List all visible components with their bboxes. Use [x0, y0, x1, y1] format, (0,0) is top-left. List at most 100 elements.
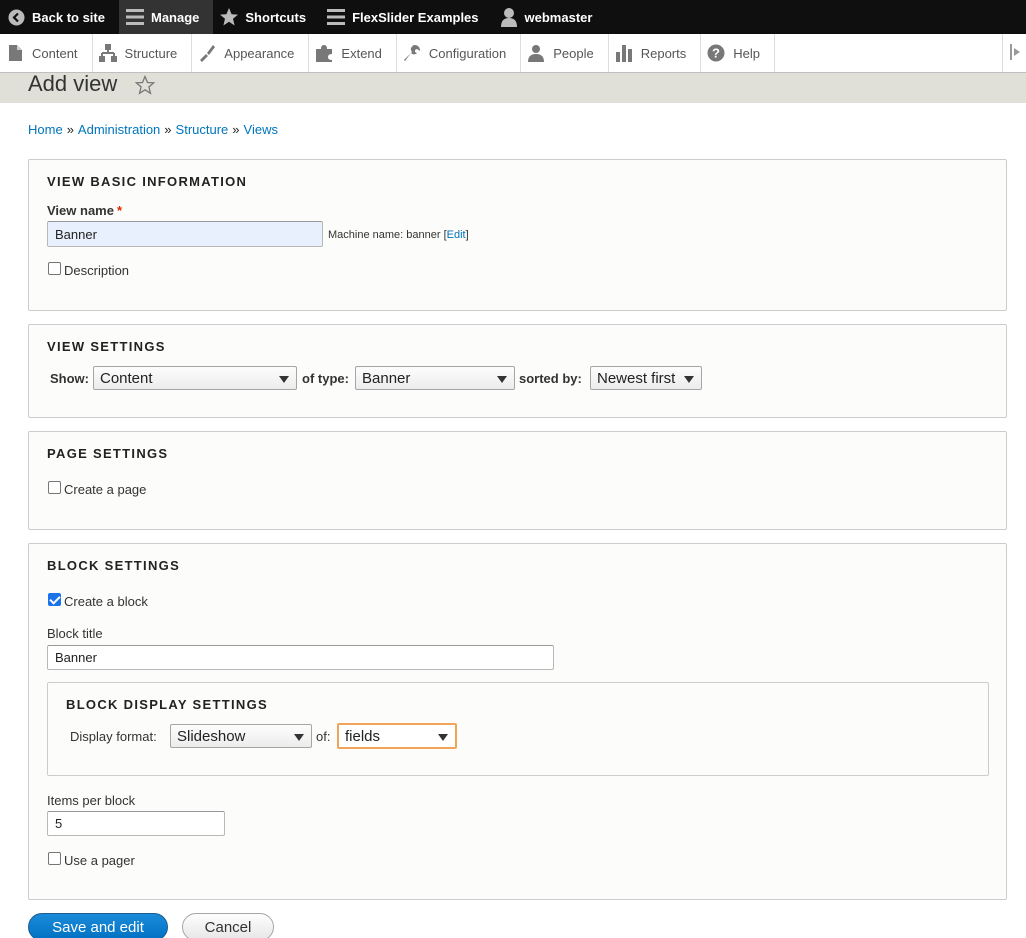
sorted-by-label: sorted by: [519, 371, 582, 386]
block-title-label: Block title [47, 626, 103, 641]
required-marker: * [116, 203, 123, 218]
chevron-down-icon [497, 376, 507, 383]
row-style-select-value: fields [345, 727, 381, 745]
display-format-label: Display format: [70, 729, 157, 744]
of-type-select[interactable]: Banner [355, 366, 515, 390]
add-shortcut-star-icon[interactable] [134, 74, 156, 98]
tray-item-extend[interactable]: Extend [309, 34, 397, 72]
breadcrumb-views[interactable]: Views [244, 122, 278, 137]
breadcrumb: Home» Administration» Structure» Views [28, 122, 278, 137]
fieldset-legend: VIEW SETTINGS [47, 339, 166, 354]
of-type-select-value: Banner [362, 369, 411, 387]
fieldset-legend: BLOCK SETTINGS [47, 558, 181, 573]
back-to-site-link[interactable]: Back to site [0, 0, 119, 34]
items-per-block-input[interactable]: 5 [47, 811, 225, 836]
user-label: webmaster [524, 9, 593, 25]
of-type-label: of type: [302, 371, 349, 386]
chevron-down-icon [279, 376, 289, 383]
shortcuts-label: Shortcuts [245, 9, 307, 25]
tray-label-structure: Structure [124, 45, 178, 61]
manage-label: Manage [150, 9, 200, 25]
hamburger-menu-icon [326, 7, 346, 27]
tray-label-content: Content [32, 45, 78, 61]
chevron-down-icon [294, 734, 304, 741]
breadcrumb-separator: » [164, 122, 172, 137]
sorted-by-select[interactable]: Newest first [590, 366, 702, 390]
create-block-label: Create a block [64, 594, 148, 609]
machine-name-suffix: ] [465, 229, 469, 241]
save-and-edit-button[interactable]: Save and edit [28, 913, 168, 938]
page-header: Add view [0, 73, 1026, 103]
cancel-button[interactable]: Cancel [182, 913, 274, 938]
sitemap-icon [98, 44, 117, 62]
view-name-label-text: View name [47, 203, 114, 218]
user-icon [499, 7, 519, 27]
tray-label-people: People [553, 45, 594, 61]
tray-label-reports: Reports [640, 45, 687, 61]
brush-icon [198, 44, 216, 62]
toolbar-bar: Back to site Manage Shortcuts FlexSlider… [0, 0, 1026, 34]
tray-item-reports[interactable]: Reports [609, 34, 702, 72]
fieldset-legend: VIEW BASIC INFORMATION [47, 174, 248, 189]
fieldset-legend: PAGE SETTINGS [47, 446, 169, 461]
tray-item-content[interactable]: Content [0, 34, 93, 72]
person-icon [527, 44, 545, 62]
manage-tab[interactable]: Manage [118, 0, 214, 34]
tray-item-configuration[interactable]: Configuration [397, 34, 522, 72]
star-icon [219, 7, 239, 27]
sorted-by-select-value: Newest first [597, 369, 676, 387]
of-label: of: [316, 729, 331, 744]
hamburger-menu-icon [125, 7, 145, 27]
chevron-down-icon [438, 734, 448, 741]
use-pager-checkbox[interactable] [48, 852, 61, 865]
machine-name-text: Machine name: banner [ [328, 229, 447, 241]
flexslider-examples-tab[interactable]: FlexSlider Examples [320, 0, 492, 34]
breadcrumb-home[interactable]: Home [28, 122, 63, 137]
bar-chart-icon [615, 44, 633, 62]
flexslider-label: FlexSlider Examples [352, 9, 479, 25]
fieldset-legend: BLOCK DISPLAY SETTINGS [66, 697, 268, 712]
page-title: Add view [28, 71, 118, 96]
tray-orientation-toggle[interactable] [1002, 34, 1026, 72]
items-per-block-label: Items per block [47, 793, 136, 808]
file-icon [6, 44, 24, 62]
orientation-toggle-icon [1009, 43, 1021, 64]
machine-name-edit-link[interactable]: Edit [447, 229, 466, 241]
create-page-checkbox[interactable] [48, 481, 61, 494]
machine-name: Machine name: banner [Edit] [328, 229, 469, 241]
view-name-input[interactable]: Banner [47, 221, 323, 247]
breadcrumb-administration[interactable]: Administration [78, 122, 160, 137]
back-to-site-label: Back to site [32, 9, 105, 25]
row-style-select[interactable]: fields [337, 723, 457, 749]
admin-tray: Content Structure Appearance Extend Conf… [0, 34, 1026, 73]
tray-item-help[interactable]: ? Help [701, 34, 775, 72]
show-select[interactable]: Content [93, 366, 297, 390]
tray-label-configuration: Configuration [428, 45, 507, 61]
tray-item-structure[interactable]: Structure [93, 34, 193, 72]
tray-item-appearance[interactable]: Appearance [192, 34, 310, 72]
create-page-label: Create a page [64, 482, 147, 497]
use-pager-label: Use a pager [64, 853, 135, 868]
chevron-left-circle-icon [6, 7, 26, 27]
create-block-checkbox[interactable] [48, 593, 61, 606]
breadcrumb-separator: » [232, 122, 240, 137]
view-name-label: View name * [47, 203, 122, 218]
breadcrumb-separator: » [66, 122, 74, 137]
description-checkbox[interactable] [48, 262, 61, 275]
description-label: Description [64, 263, 130, 278]
display-format-select-value: Slideshow [177, 727, 246, 745]
tray-item-people[interactable]: People [521, 34, 609, 72]
block-display-settings-fieldset: BLOCK DISPLAY SETTINGS Display format: S… [47, 682, 989, 776]
page-settings-fieldset: PAGE SETTINGS Create a page [28, 431, 1007, 530]
user-tab[interactable]: webmaster [493, 0, 607, 34]
tray-label-help: Help [733, 45, 760, 61]
breadcrumb-structure[interactable]: Structure [176, 122, 229, 137]
view-basic-information-fieldset: VIEW BASIC INFORMATION View name * Banner… [28, 159, 1007, 311]
show-select-value: Content [100, 369, 153, 387]
display-format-select[interactable]: Slideshow [170, 724, 312, 748]
tray-label-extend: Extend [341, 45, 382, 61]
block-title-input[interactable]: Banner [47, 645, 554, 670]
tray-label-appearance: Appearance [224, 45, 295, 61]
show-label: Show: [50, 371, 89, 386]
shortcuts-tab[interactable]: Shortcuts [213, 0, 320, 34]
